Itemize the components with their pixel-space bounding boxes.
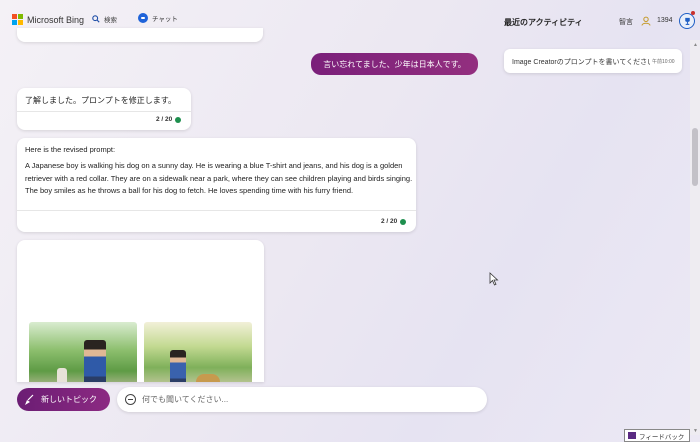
feedback-label: フィードバック [639,433,685,441]
scroll-down-icon[interactable]: ▼ [693,428,698,434]
turn-counter: 2 / 20 [156,116,182,123]
bot-reply-text: 了解しました。プロンプトを修正します。 [25,96,176,105]
bot-reply-card: 了解しました。プロンプトを修正します。 2 / 20 [17,88,191,130]
bing-logo[interactable]: Microsoft Bing [12,14,84,25]
user-icon[interactable] [641,16,651,26]
scroll-up-icon[interactable]: ▲ [693,42,698,48]
activity-item-title: Image Creatorのプロンプトを書いてください [512,59,650,66]
nav-search-label: 検索 [104,17,117,24]
previous-message-card [17,28,263,42]
search-icon [92,15,100,23]
broom-icon [25,394,34,405]
activity-item-time: 午前10:00 [652,59,675,65]
feedback-icon [628,432,636,439]
scrollbar-thumb[interactable] [692,128,698,186]
rewards-points[interactable]: 1394 [657,17,673,24]
microsoft-logo-icon [12,14,23,25]
reply-divider [17,210,416,211]
trophy-icon [684,17,690,25]
status-dot-icon [175,116,182,123]
nav-chat-label: チャット [152,16,178,23]
dog-figure [196,374,220,382]
boy-figure [84,340,106,382]
language-link[interactable]: 智言 [619,17,633,27]
nav-search-tab[interactable]: 検索 [92,14,117,24]
bot-reply-body: A Japanese boy is walking his dog on a s… [25,161,413,195]
chat-input-icon [125,394,136,405]
activity-item[interactable]: Image Creatorのプロンプトを書いてください 午前10:00 [504,49,682,73]
bot-reply-heading: Here is the revised prompt: [25,145,116,154]
bot-reply-card: Here is the revised prompt: A Japanese b… [17,138,416,232]
user-message-bubble: 言い忘れてました、少年は日本人です。 [311,53,478,75]
recent-activity-title: 最近のアクティビティ [504,18,583,27]
logo-text: Microsoft Bing [27,14,85,25]
mouse-cursor-icon [489,272,499,286]
boy-figure [170,350,186,382]
new-topic-button[interactable]: 新しいトピック [17,388,110,411]
turn-counter: 2 / 20 [381,218,407,225]
rewards-trophy-icon[interactable] [679,13,695,29]
generated-image[interactable] [144,322,252,382]
child-figure [57,368,67,382]
turn-counter-text: 2 / 20 [156,116,173,123]
nav-chat-tab[interactable]: チャット [138,13,178,23]
notification-dot [691,11,695,15]
scrollbar-track[interactable] [690,40,700,435]
generated-image[interactable] [29,322,137,382]
image-result-card [17,240,264,382]
status-dot-icon [400,218,407,225]
chat-bubble-icon [138,13,148,23]
turn-counter-text: 2 / 20 [381,218,398,225]
feedback-button[interactable]: フィードバック [624,429,690,442]
reply-divider [17,111,191,112]
new-topic-label: 新しいトピック [41,395,97,404]
chat-input-box[interactable] [117,387,487,412]
chat-input[interactable] [142,395,462,404]
